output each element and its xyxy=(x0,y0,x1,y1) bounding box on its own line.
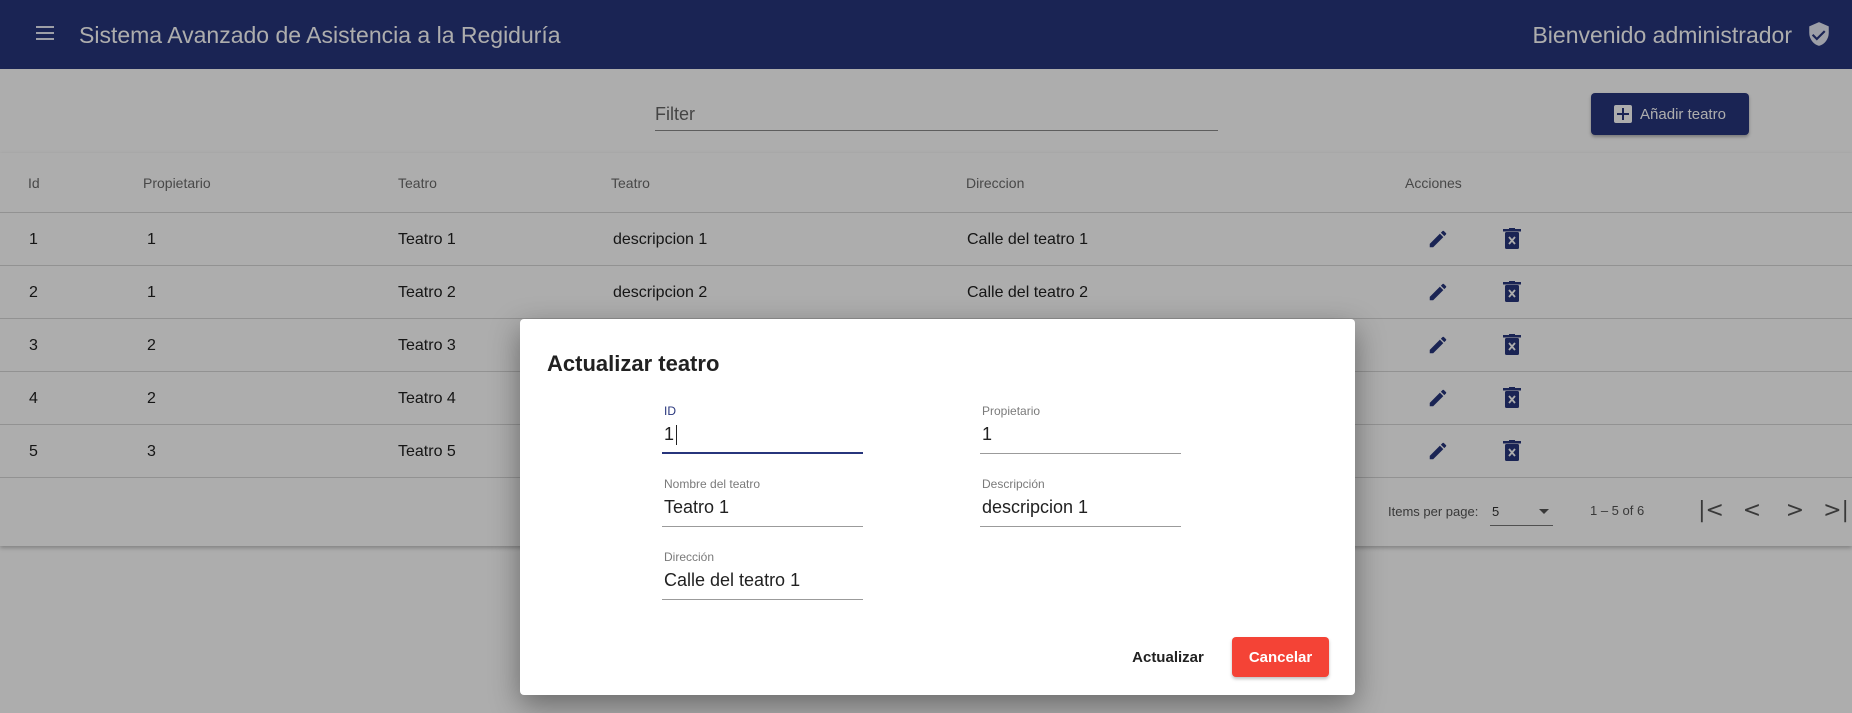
app-root: Sistema Avanzado de Asistencia a la Regi… xyxy=(0,0,1852,713)
theater-name-field[interactable]: Nombre del teatro xyxy=(662,477,863,527)
address-input[interactable] xyxy=(662,566,863,594)
description-input[interactable] xyxy=(980,493,1181,521)
owner-field-label: Propietario xyxy=(982,404,1041,418)
description-field-label: Descripción xyxy=(982,477,1045,491)
owner-field[interactable]: Propietario xyxy=(980,404,1181,454)
dialog-title: Actualizar teatro xyxy=(547,351,720,376)
id-field[interactable]: ID xyxy=(662,404,863,454)
id-input[interactable] xyxy=(662,420,863,448)
theater-name-field-label: Nombre del teatro xyxy=(664,477,761,491)
update-button[interactable]: Actualizar xyxy=(1118,637,1218,677)
owner-input[interactable] xyxy=(980,420,1181,448)
update-theater-dialog: Actualizar teatro ID Propietario Nombre … xyxy=(520,319,1355,695)
text-cursor xyxy=(676,425,677,445)
address-field-label: Dirección xyxy=(664,550,715,564)
id-field-label: ID xyxy=(664,404,676,418)
description-field[interactable]: Descripción xyxy=(980,477,1181,527)
cancel-button[interactable]: Cancelar xyxy=(1232,637,1329,677)
address-field[interactable]: Dirección xyxy=(662,550,863,600)
theater-name-input[interactable] xyxy=(662,493,863,521)
